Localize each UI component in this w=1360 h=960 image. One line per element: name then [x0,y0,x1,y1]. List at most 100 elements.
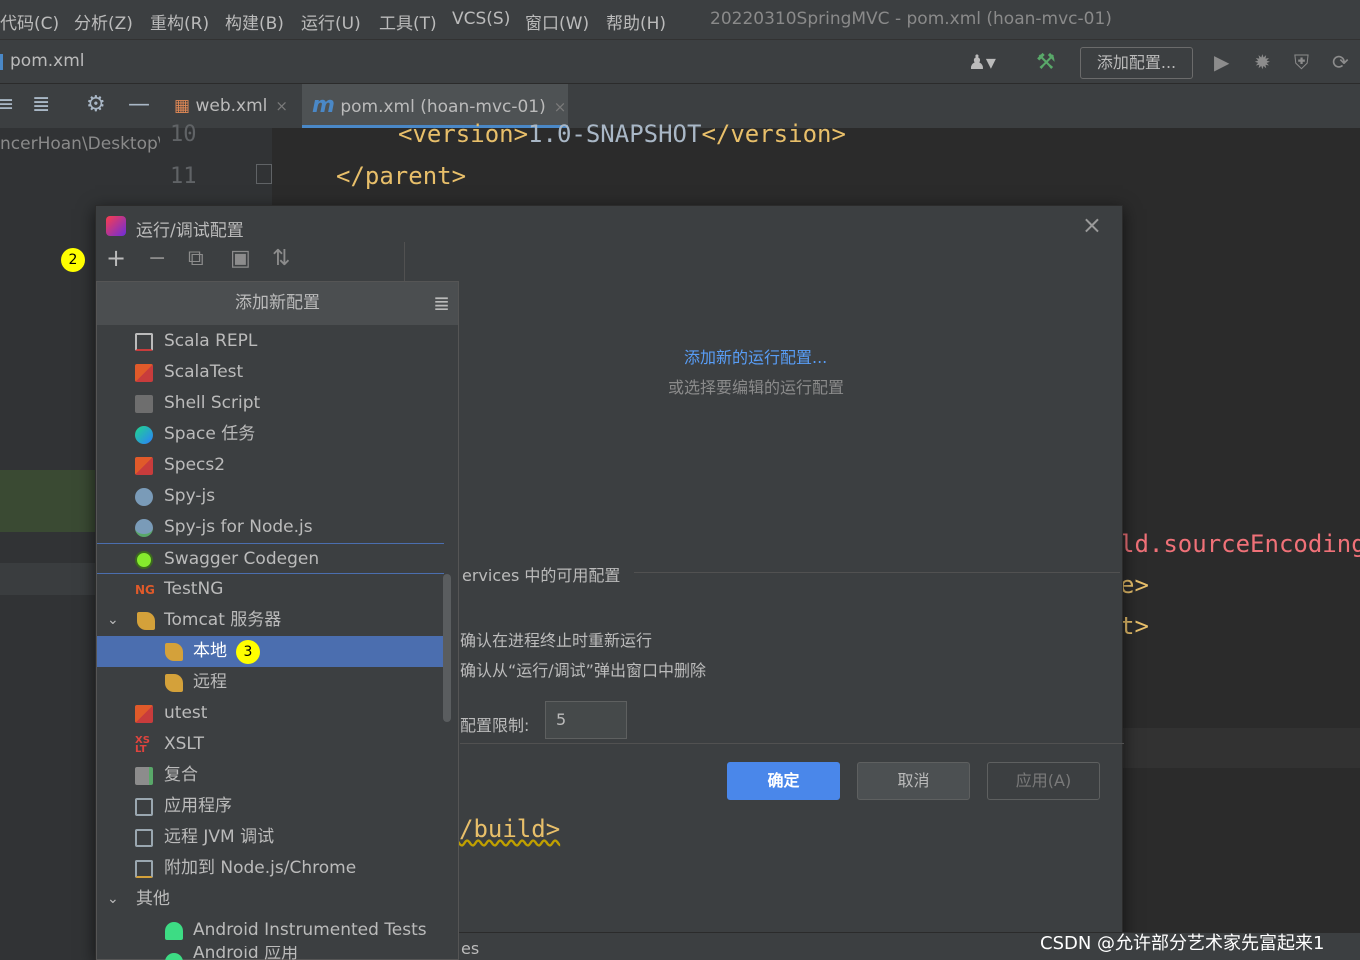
vcs-change-marker [0,470,95,532]
tab-label: web.xml [195,96,268,116]
list-item[interactable]: XS LT XSLT [97,729,444,760]
list-item-label: Scala REPL [164,331,258,351]
minimize-icon[interactable]: — [128,92,150,117]
menu-window[interactable]: 窗口(W) [525,9,589,34]
breadcrumb[interactable]: pom.xml [0,51,85,71]
list-item[interactable]: Space 任务 [97,419,444,450]
utest-icon [135,705,153,723]
coverage-icon[interactable]: ⛨ [1294,50,1309,74]
list-item[interactable]: Android Instrumented Tests [97,915,444,946]
confirm-delete-checkbox[interactable]: 确认从“运行/调试”弹出窗口中删除 [460,657,706,681]
spy-js-icon [135,488,153,506]
list-item[interactable]: utest [97,698,444,729]
cancel-button[interactable]: 取消 [857,762,970,800]
tomcat-local-icon [165,643,183,661]
menu-vcs[interactable]: VCS(S) [452,9,510,29]
gear-icon[interactable]: ⚙ [86,92,106,117]
list-item[interactable]: ScalaTest [97,357,444,388]
list-item-tomcat-remote[interactable]: 远程 [97,667,444,698]
fold-marker-icon[interactable] [256,164,272,184]
code-token: <version> [398,120,529,148]
close-icon[interactable]: × [554,98,567,116]
config-limit-input[interactable]: 5 [545,701,627,739]
footer-divider [460,743,1124,744]
list-item-tomcat-local[interactable]: 本地 [97,636,444,667]
apply-button[interactable]: 应用(A) [987,762,1100,800]
menu-code[interactable]: 代码(C) [0,9,59,34]
list-item[interactable]: Scala REPL [97,326,444,357]
collapse-all-icon[interactable]: ≣ [32,92,50,117]
project-path: ncerHoan\Desktop\ [0,134,160,154]
android-icon [165,922,183,940]
menu-build[interactable]: 构建(B) [225,9,284,34]
confirm-rerun-checkbox[interactable]: 确认在进程终止时重新运行 [460,627,652,651]
code-fragment: e> [1120,571,1149,599]
run-icon[interactable]: ▶ [1214,50,1229,74]
step-badge-3: 3 [236,640,260,664]
tab-label: pom.xml (hoan-mvc-01) [340,97,546,117]
menu-tools[interactable]: 工具(T) [379,9,437,34]
popup-scrollbar[interactable] [443,574,451,722]
menu-bar: 代码(C) 分析(Z) 重构(R) 构建(B) 运行(U) 工具(T) VCS(… [0,0,1360,40]
list-item-label: 本地 [193,641,227,661]
sort-icon[interactable]: ⇅ [272,246,290,271]
list-item[interactable]: Spy-js for Node.js [97,512,444,543]
add-icon[interactable]: + [106,244,126,272]
line-number: 10 [170,122,197,147]
swagger-icon [135,551,153,569]
folder-icon[interactable]: ▣ [230,246,251,271]
intellij-logo-icon [106,216,126,236]
list-item-label: ScalaTest [164,362,244,382]
list-item[interactable]: Swagger Codegen [97,543,444,574]
navigation-bar: pom.xml ♟▾ ⚒ 添加配置... ▶ ✹ ⛨ ⟳ [0,40,1360,84]
testng-icon: NG [135,583,155,597]
list-item[interactable]: Shell Script [97,388,444,419]
ok-button[interactable]: 确定 [727,762,840,800]
profile-icon[interactable]: ⟳ [1332,50,1349,74]
section-divider [634,572,1120,573]
code-token: 1.0-SNAPSHOT [528,120,702,148]
list-item[interactable]: Spy-js [97,481,444,512]
list-item-label: Specs2 [164,455,226,475]
popup-title: 添加新配置 [235,293,320,313]
add-configuration-button[interactable]: 添加配置... [1080,47,1193,79]
remove-icon[interactable]: − [148,246,166,271]
highlighted-row [0,563,95,595]
watermark: CSDN @允许部分艺术家先富起来1 [1040,933,1325,954]
list-item-label: XSLT [164,734,204,754]
add-new-run-config-link[interactable]: 添加新的运行配置... [684,344,827,368]
tomcat-icon [137,612,155,630]
services-section-label: ervices 中的可用配置 [462,566,621,585]
close-icon[interactable]: × [1082,211,1102,239]
list-item-group-tomcat[interactable]: ⌄ Tomcat 服务器 [97,605,444,636]
list-item-label: Swagger Codegen [164,549,320,569]
specs2-icon [135,457,153,475]
list-item-group-other[interactable]: ⌄ 其他 [97,884,444,915]
list-item-label: 复合 [164,765,198,785]
collapse-icon[interactable]: ≣ [433,282,450,325]
menu-help[interactable]: 帮助(H) [606,9,666,34]
chevron-down-icon[interactable]: ⌄ [107,605,119,636]
code-line-11: </parent> [336,162,467,190]
list-item[interactable]: Android 应用 [97,946,444,960]
list-item[interactable]: 复合 [97,760,444,791]
list-item[interactable]: NG TestNG [97,574,444,605]
list-item[interactable]: 远程 JVM 调试 [97,822,444,853]
hammer-build-icon[interactable]: ⚒ [1036,50,1056,75]
scalatest-icon [135,364,153,382]
menu-run[interactable]: 运行(U) [301,9,361,34]
list-item[interactable]: Specs2 [97,450,444,481]
space-icon [135,426,153,444]
chevron-down-icon[interactable]: ⌄ [107,884,119,915]
line-number: 11 [170,164,197,189]
menu-analyze[interactable]: 分析(Z) [74,9,133,34]
user-icon[interactable]: ♟▾ [968,50,996,74]
menu-refactor[interactable]: 重构(R) [150,9,209,34]
list-item[interactable]: 应用程序 [97,791,444,822]
debug-icon[interactable]: ✹ [1254,50,1271,74]
expand-all-icon[interactable]: ≡ [0,92,14,117]
close-icon[interactable]: × [275,97,288,115]
list-item[interactable]: 附加到 Node.js/Chrome [97,853,444,884]
breadcrumb-file: pom.xml [10,51,85,71]
copy-icon[interactable]: ⧉ [188,246,204,271]
